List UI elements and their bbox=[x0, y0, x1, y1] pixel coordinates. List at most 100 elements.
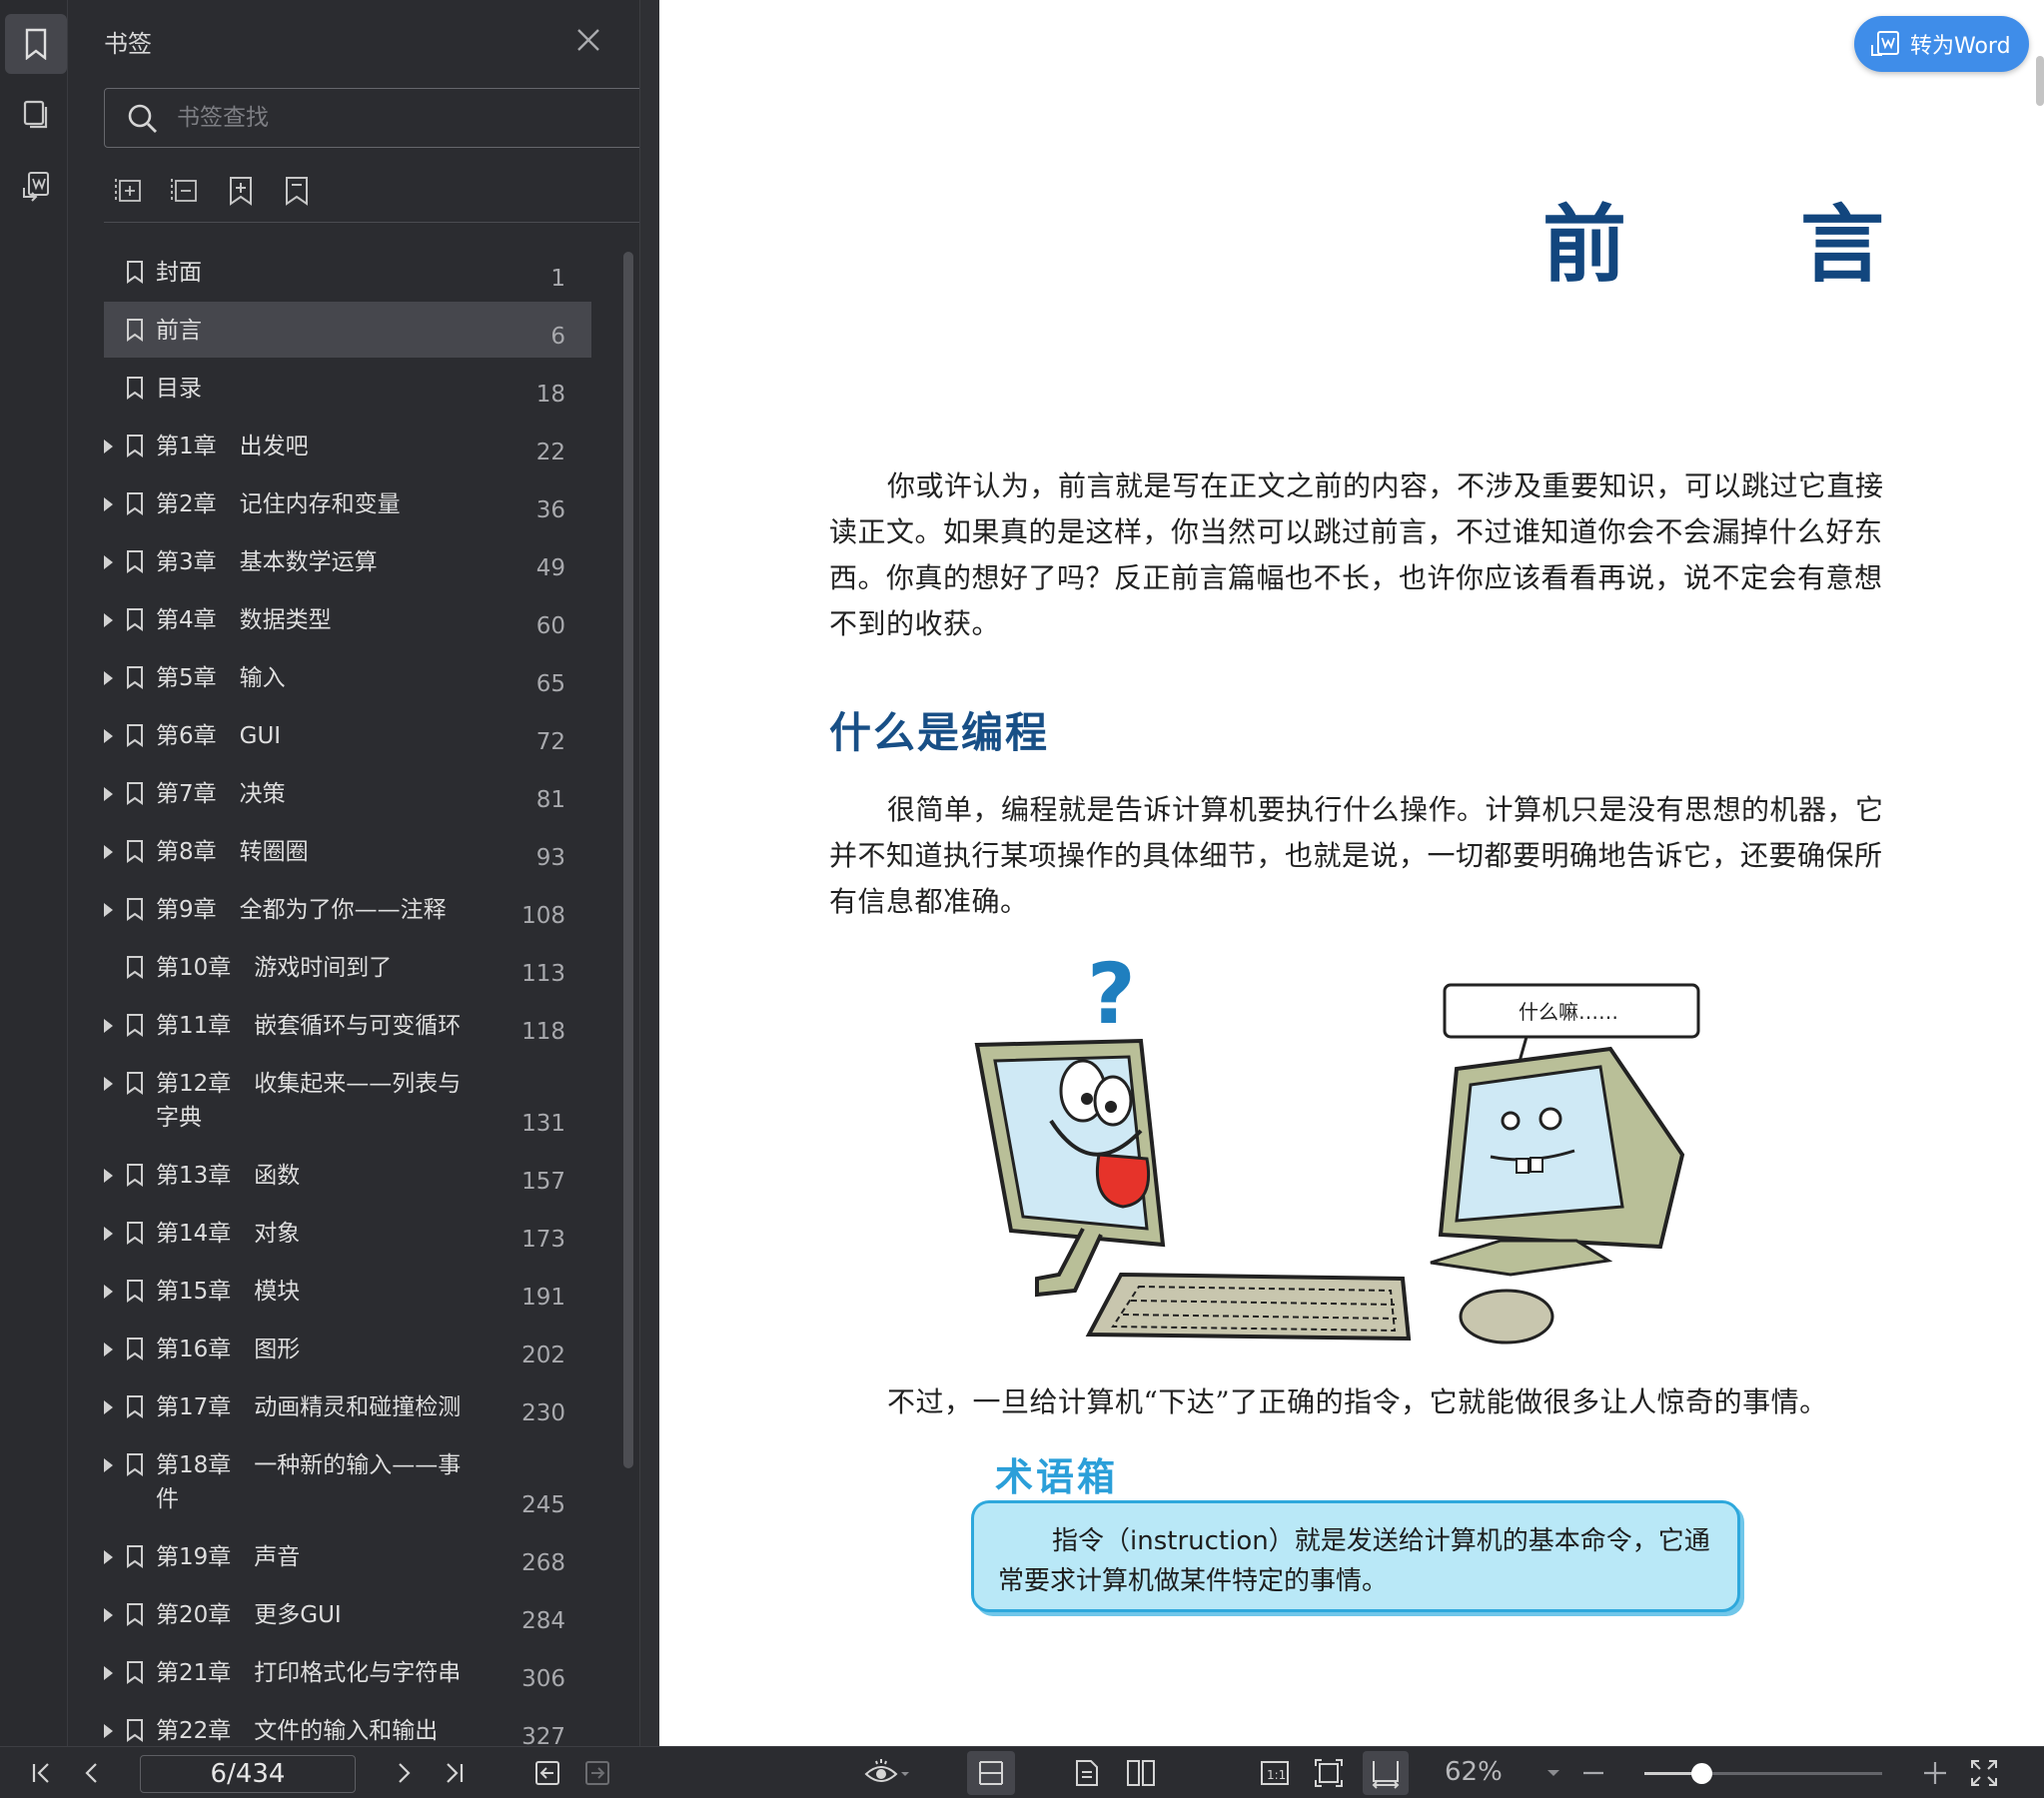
bookmark-item[interactable]: 第5章 输入 65 bbox=[104, 649, 651, 707]
bookmark-label: 第10章 游戏时间到了 bbox=[156, 955, 393, 981]
bookmark-label: 第6章 GUI bbox=[156, 723, 282, 749]
bookmark-item[interactable]: 第6章 GUI 72 bbox=[104, 707, 651, 765]
double-page-button[interactable] bbox=[1119, 1747, 1163, 1798]
expand-arrow-icon[interactable] bbox=[104, 1400, 113, 1414]
bookmark-item[interactable]: 第17章 动画精灵和碰撞检测 230 bbox=[104, 1378, 651, 1436]
viewer-scrollbar[interactable] bbox=[2036, 56, 2044, 106]
bookmark-item[interactable]: 第16章 图形 202 bbox=[104, 1321, 651, 1378]
expand-arrow-icon[interactable] bbox=[104, 1608, 113, 1622]
bookmark-search-input[interactable] bbox=[177, 101, 616, 135]
bookmark-item[interactable]: 第15章 模块 191 bbox=[104, 1263, 651, 1321]
expand-arrow-icon[interactable] bbox=[104, 1550, 113, 1564]
expand-arrow-icon[interactable] bbox=[104, 1343, 113, 1356]
expand-arrow-icon[interactable] bbox=[104, 729, 113, 743]
expand-arrow-icon[interactable] bbox=[104, 440, 113, 453]
bookmark-icon bbox=[127, 840, 143, 863]
bookmark-item[interactable]: 目录 18 bbox=[104, 360, 651, 418]
close-icon bbox=[577, 29, 599, 51]
bookmark-label: 第22章 文件的输入和输出 bbox=[156, 1718, 439, 1744]
bookmark-marker-button[interactable] bbox=[282, 174, 312, 208]
bookmark-item[interactable]: 第13章 函数 157 bbox=[104, 1147, 651, 1205]
next-page-button[interactable] bbox=[384, 1747, 424, 1798]
expand-arrow-icon[interactable] bbox=[104, 1169, 113, 1183]
bookmark-icon bbox=[25, 28, 47, 60]
expand-arrow-icon[interactable] bbox=[104, 613, 113, 627]
go-back-button[interactable] bbox=[527, 1747, 567, 1798]
zoom-out-button[interactable] bbox=[1578, 1747, 1608, 1798]
add-bookmark-button[interactable] bbox=[226, 174, 256, 208]
bookmark-item[interactable]: 第1章 出发吧 22 bbox=[104, 418, 651, 475]
bookmark-item[interactable]: 第10章 游戏时间到了 113 bbox=[104, 939, 651, 997]
bookmark-page-number: 1 bbox=[550, 266, 565, 292]
convert-panel-button[interactable] bbox=[5, 156, 67, 216]
bookmark-item[interactable]: 第20章 更多GUI 284 bbox=[104, 1586, 651, 1644]
bookmark-item[interactable]: 第18章 一种新的输入——事 件 245 bbox=[104, 1436, 651, 1528]
bookmark-item[interactable]: 第2章 记住内存和变量 36 bbox=[104, 475, 651, 533]
actual-size-button[interactable]: 1:1 bbox=[1255, 1747, 1295, 1798]
bookmark-item[interactable]: 第14章 对象 173 bbox=[104, 1205, 651, 1263]
fullscreen-button[interactable] bbox=[1964, 1747, 2004, 1798]
bookmark-panel: 书签 封面 1 前言 6 目录 18 第1章 出发吧 22 第2章 记住内存和变量 36 第3章 基… bbox=[68, 0, 651, 1746]
reading-mode-button[interactable] bbox=[857, 1747, 917, 1798]
expand-arrow-icon[interactable] bbox=[104, 1666, 113, 1680]
previous-page-button[interactable] bbox=[72, 1747, 112, 1798]
bookmark-item[interactable]: 第8章 转圈圈 93 bbox=[104, 823, 651, 881]
bookmark-item[interactable]: 第22章 文件的输入和输出 327 bbox=[104, 1702, 651, 1746]
bookmark-item[interactable]: 前言 6 bbox=[104, 302, 651, 360]
thumbnail-panel-button[interactable] bbox=[5, 84, 67, 144]
single-page-button[interactable] bbox=[1067, 1747, 1107, 1798]
zoom-slider[interactable] bbox=[1644, 1763, 1882, 1784]
expand-arrow-icon[interactable] bbox=[104, 671, 113, 685]
bookmark-page-number: 157 bbox=[521, 1169, 565, 1195]
bookmark-item[interactable]: 第12章 收集起来——列表与 字典 131 bbox=[104, 1055, 651, 1147]
bookmark-item[interactable]: 第7章 决策 81 bbox=[104, 765, 651, 823]
bookmark-item[interactable]: 第21章 打印格式化与字符串 306 bbox=[104, 1644, 651, 1702]
expand-arrow-icon[interactable] bbox=[104, 1077, 113, 1091]
bookmark-page-number: 6 bbox=[550, 324, 565, 350]
bookmark-item[interactable]: 封面 1 bbox=[104, 244, 651, 302]
close-panel-button[interactable] bbox=[572, 24, 604, 56]
bookmark-list-scrollbar[interactable] bbox=[623, 252, 633, 1468]
bookmark-item[interactable]: 第9章 全都为了你——注释 108 bbox=[104, 881, 651, 939]
bookmark-item[interactable]: 第4章 数据类型 60 bbox=[104, 591, 651, 649]
zoom-in-button[interactable] bbox=[1918, 1747, 1952, 1798]
document-viewer: 前 言 你或许认为，前言就是写在正文之前的内容，不涉及重要知识，可以跳过它直接读… bbox=[659, 0, 2044, 1746]
panel-resize-handle[interactable] bbox=[639, 0, 659, 1746]
bookmark-label: 第9章 全都为了你——注释 bbox=[156, 897, 447, 923]
zoom-slider-handle[interactable] bbox=[1691, 1763, 1713, 1784]
expand-arrow-icon[interactable] bbox=[104, 1724, 113, 1738]
expand-arrow-icon[interactable] bbox=[104, 497, 113, 511]
expand-all-button[interactable] bbox=[114, 174, 144, 208]
page-number-box[interactable]: 6/434 bbox=[140, 1755, 356, 1793]
fit-page-button[interactable] bbox=[1309, 1747, 1349, 1798]
bookmark-page-number: 65 bbox=[535, 671, 565, 697]
last-page-button[interactable] bbox=[434, 1747, 474, 1798]
bookmark-item[interactable]: 第3章 基本数学运算 49 bbox=[104, 533, 651, 591]
bookmark-icon bbox=[127, 1014, 143, 1037]
bookmark-page-number: 306 bbox=[521, 1666, 565, 1692]
go-forward-button[interactable] bbox=[577, 1747, 617, 1798]
convert-to-word-button[interactable]: 转为Word bbox=[1854, 16, 2029, 72]
expand-arrow-icon[interactable] bbox=[104, 845, 113, 859]
expand-arrow-icon[interactable] bbox=[104, 1458, 113, 1472]
bookmark-item[interactable]: 第11章 嵌套循环与可变循环 118 bbox=[104, 997, 651, 1055]
bookmark-panel-button[interactable] bbox=[5, 14, 67, 74]
bookmark-icon bbox=[127, 1072, 143, 1095]
zoom-level[interactable]: 62% bbox=[1445, 1757, 1503, 1787]
forward-arrow-icon bbox=[585, 1761, 609, 1785]
expand-arrow-icon[interactable] bbox=[104, 903, 113, 917]
collapse-all-button[interactable] bbox=[170, 174, 200, 208]
bookmark-label: 第4章 数据类型 bbox=[156, 607, 332, 633]
bookmark-icon bbox=[127, 1222, 143, 1245]
expand-arrow-icon[interactable] bbox=[104, 1227, 113, 1241]
bookmark-item[interactable]: 第19章 声音 268 bbox=[104, 1528, 651, 1586]
zoom-dropdown-button[interactable] bbox=[1538, 1747, 1568, 1798]
rotate-view-button[interactable] bbox=[1363, 1751, 1409, 1795]
expand-arrow-icon[interactable] bbox=[104, 555, 113, 569]
bookmark-outline-icon bbox=[286, 177, 308, 206]
expand-arrow-icon[interactable] bbox=[104, 1019, 113, 1033]
expand-arrow-icon[interactable] bbox=[104, 1285, 113, 1299]
expand-arrow-icon[interactable] bbox=[104, 787, 113, 801]
fit-width-button[interactable] bbox=[967, 1751, 1015, 1795]
first-page-button[interactable] bbox=[22, 1747, 62, 1798]
